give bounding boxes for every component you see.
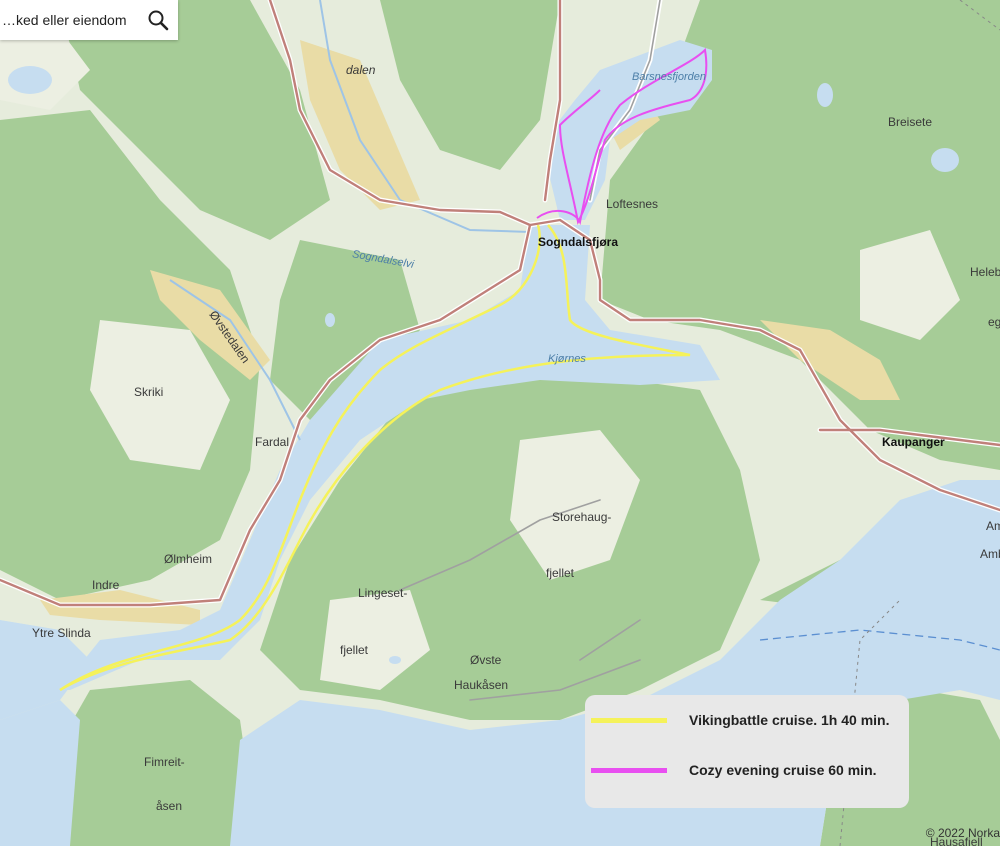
- place-label: Ytre Slinda: [32, 626, 91, 640]
- place-label: fjellet: [546, 566, 575, 580]
- place-label: Kaupanger: [882, 435, 945, 449]
- place-label: Am: [986, 519, 1000, 533]
- attribution: © 2022 Norka: [925, 826, 1000, 840]
- search-bar: [0, 0, 178, 40]
- place-label: Storehaug-: [552, 510, 611, 524]
- place-label: Skriki: [134, 385, 163, 399]
- place-label: Øvste: [470, 653, 502, 667]
- place-label: Lingeset-: [358, 586, 407, 600]
- place-label: eg: [988, 315, 1000, 329]
- place-label: fjellet: [340, 643, 369, 657]
- water-label: Kjørnes: [548, 353, 586, 365]
- place-label: Loftesnes: [606, 197, 658, 211]
- legend-label: Vikingbattle cruise. 1h 40 min.: [689, 712, 890, 728]
- place-label: Heleb: [970, 265, 1000, 279]
- search-icon: [148, 10, 169, 31]
- place-label: åsen: [156, 799, 182, 813]
- legend-item-vikingbattle: Vikingbattle cruise. 1h 40 min.: [585, 708, 909, 732]
- place-label: Fimreit-: [144, 755, 185, 769]
- legend-swatch-magenta: [591, 767, 667, 773]
- search-input[interactable]: [0, 3, 140, 37]
- place-label: Breisete: [888, 115, 932, 129]
- route-legend: Vikingbattle cruise. 1h 40 min. Cozy eve…: [585, 695, 909, 808]
- place-label: Haukåsen: [454, 678, 508, 692]
- water-label: Barsnesfjorden: [632, 71, 706, 83]
- place-label: Amb: [980, 547, 1000, 561]
- place-label: Fardal: [255, 435, 289, 449]
- legend-label: Cozy evening cruise 60 min.: [689, 762, 877, 778]
- place-label: Indre: [92, 578, 120, 592]
- place-label: dalen: [346, 63, 376, 77]
- legend-item-cozy-evening: Cozy evening cruise 60 min.: [585, 758, 909, 782]
- legend-swatch-yellow: [591, 717, 667, 723]
- place-label: Sogndalsfjøra: [538, 235, 618, 249]
- search-button[interactable]: [140, 0, 176, 40]
- place-label: Ølmheim: [164, 552, 212, 566]
